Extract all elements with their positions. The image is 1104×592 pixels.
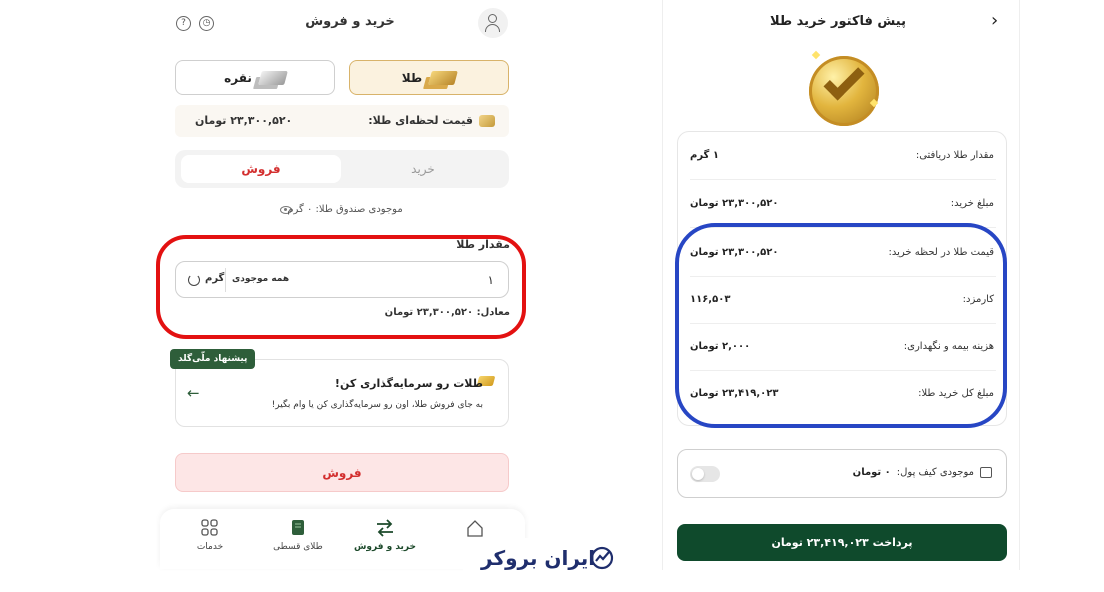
suggestion-title: طلات رو سرمایه‌گذاری کن! [334, 377, 483, 390]
invoice-value: ۲۳,۳۰۰,۵۲۰ تومان [690, 198, 779, 209]
installment-icon [292, 520, 304, 535]
tab-silver-label: نقره [224, 70, 252, 85]
nav-services[interactable]: خدمات [170, 509, 250, 569]
swap-icon [377, 519, 393, 537]
logo: ایران بروکر [463, 538, 623, 582]
wallet-icon [980, 467, 992, 478]
suggestion-subtitle: به جای فروش طلا، اون رو سرمایه‌گذاری کن … [271, 400, 483, 410]
pay-button[interactable]: پرداخت ۲۳,۴۱۹,۰۲۳ تومان [677, 524, 1007, 561]
invoice-value: ۱ گرم [690, 150, 719, 161]
home-icon [467, 520, 483, 537]
annotation-highlight-blue [675, 223, 1007, 428]
invoice-label: مقدار طلا دریافتی: [915, 150, 994, 161]
wallet-toggle[interactable] [690, 466, 720, 482]
invest-suggestion-card[interactable] [175, 359, 509, 427]
live-price-value: ۲۳,۳۰۰,۵۲۰ تومان [195, 114, 293, 127]
logo-text: ایران بروکر [481, 546, 596, 570]
live-price-label: قیمت لحظه‌ای طلا: [368, 114, 473, 127]
gold-check-coin-icon [809, 50, 879, 126]
invoice-label: مبلغ خرید: [950, 198, 994, 209]
tab-buy[interactable]: خرید [343, 155, 503, 183]
profile-icon[interactable] [478, 8, 508, 38]
tab-gold[interactable]: طلا [349, 60, 509, 95]
page-title: خرید و فروش [305, 14, 395, 29]
vault-balance: موجودی صندوق طلا: ۰ گرم [287, 204, 403, 215]
arrow-left-icon[interactable]: ← [187, 384, 200, 402]
annotation-highlight-red [156, 235, 526, 339]
wallet-label: موجودی کیف پول: [896, 467, 974, 478]
nav-installment-label: طلای قسطی [273, 542, 323, 552]
page-title: پیش فاکتور خرید طلا [770, 14, 906, 29]
tab-gold-label: طلا [401, 70, 423, 85]
invoice-row: مبلغ خرید: ۲۳,۳۰۰,۵۲۰ تومان [678, 182, 1008, 228]
chevron-right-icon[interactable]: › [991, 10, 998, 31]
suggestion-badge: پیشنهاد ملّی‌گلد [170, 349, 256, 369]
gold-bar-icon [428, 70, 459, 85]
live-price-box: قیمت لحظه‌ای طلا: ۲۳,۳۰۰,۵۲۰ تومان [175, 105, 509, 137]
invoice-row: مقدار طلا دریافتی: ۱ گرم [678, 134, 1008, 180]
nav-buy-sell[interactable]: خرید و فروش [345, 509, 425, 569]
tab-sell[interactable]: فروش [181, 155, 341, 183]
gold-coin-icon [479, 114, 495, 127]
tab-silver[interactable]: نقره [175, 60, 335, 95]
nav-buy-sell-label: خرید و فروش [353, 542, 417, 552]
buy-sell-toggle: خرید فروش [175, 150, 509, 188]
wallet-value: ۰ تومان [852, 467, 891, 478]
silver-bar-icon [257, 70, 288, 85]
sell-button[interactable]: فروش [175, 453, 509, 492]
history-icon[interactable]: ◷ [199, 16, 214, 31]
wallet-balance-row: موجودی کیف پول: ۰ تومان [677, 449, 1007, 498]
nav-installment[interactable]: طلای قسطی [258, 509, 338, 569]
chart-logo-icon [590, 546, 614, 570]
help-icon[interactable]: ? [176, 16, 191, 31]
nav-services-label: خدمات [196, 542, 224, 552]
services-icon [201, 519, 218, 536]
